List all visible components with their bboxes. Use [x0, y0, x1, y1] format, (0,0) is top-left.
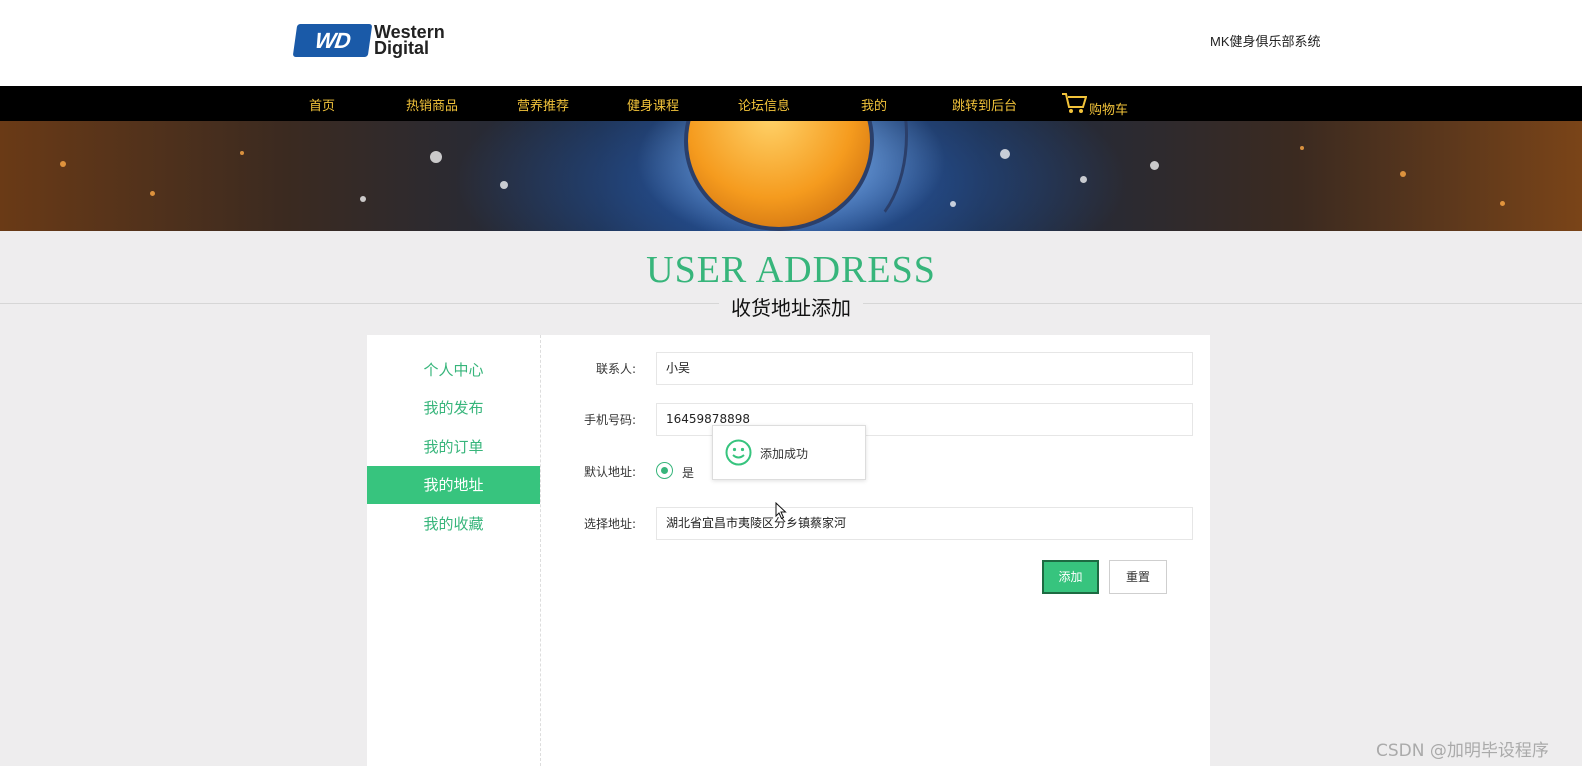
sidebar-item-orders[interactable]: 我的订单 — [367, 428, 540, 466]
logo-badge: WD — [292, 23, 373, 57]
system-name: MK健身俱乐部系统 — [1210, 34, 1321, 49]
nav-admin[interactable]: 跳转到后台 — [952, 95, 1017, 114]
content-panel: 个人中心 我的发布 我的订单 我的地址 我的收藏 联系人: 小吴 手机号码: 1… — [367, 335, 1210, 766]
smile-icon — [725, 439, 752, 466]
add-button[interactable]: 添加 — [1042, 560, 1099, 594]
default-yes-radio[interactable] — [656, 462, 673, 479]
success-toast: 添加成功 — [712, 425, 866, 480]
address-label: 选择地址: — [583, 517, 636, 531]
watermark: CSDN @加明毕设程序 — [1376, 741, 1549, 761]
nav-home[interactable]: 首页 — [309, 95, 335, 114]
address-field[interactable]: 湖北省宜昌市夷陵区分乡镇蔡家河 — [656, 507, 1193, 540]
logo-badge-text: WD — [313, 27, 352, 52]
hero-banner — [0, 121, 1582, 231]
user-sidebar: 个人中心 我的发布 我的订单 我的地址 我的收藏 — [367, 335, 541, 766]
nav-mine[interactable]: 我的 — [861, 95, 887, 114]
contact-label: 联系人: — [595, 362, 636, 376]
phone-label: 手机号码: — [583, 413, 636, 427]
nav-forum[interactable]: 论坛信息 — [738, 95, 790, 114]
main-nav: 首页 热销商品 营养推荐 健身课程 论坛信息 我的 跳转到后台 购物车 — [0, 86, 1582, 121]
sidebar-item-posts[interactable]: 我的发布 — [367, 389, 540, 427]
sidebar-item-favorites[interactable]: 我的收藏 — [367, 505, 540, 543]
page-title-cn: 收货地址添加 — [719, 292, 863, 321]
default-yes-label: 是 — [682, 466, 695, 480]
nav-cart[interactable]: 购物车 — [1089, 99, 1128, 118]
page-title-en: USER ADDRESS — [646, 249, 936, 291]
toast-message: 添加成功 — [760, 447, 809, 461]
reset-button[interactable]: 重置 — [1109, 560, 1167, 594]
default-address-label: 默认地址: — [583, 465, 636, 479]
mouse-cursor-icon — [775, 502, 787, 520]
logo-text-line2: Digital — [374, 38, 430, 58]
nav-hot-products[interactable]: 热销商品 — [406, 95, 458, 114]
sidebar-item-profile[interactable]: 个人中心 — [367, 351, 540, 389]
nav-nutrition[interactable]: 营养推荐 — [517, 95, 569, 114]
cart-icon[interactable] — [1061, 92, 1087, 114]
contact-field[interactable]: 小吴 — [656, 352, 1193, 385]
sidebar-item-address[interactable]: 我的地址 — [367, 466, 540, 504]
logo[interactable]: WD Western Digital — [292, 22, 445, 58]
basketball-image — [684, 121, 908, 231]
top-header: WD Western Digital MK健身俱乐部系统 — [0, 0, 1582, 86]
nav-courses[interactable]: 健身课程 — [627, 95, 679, 114]
